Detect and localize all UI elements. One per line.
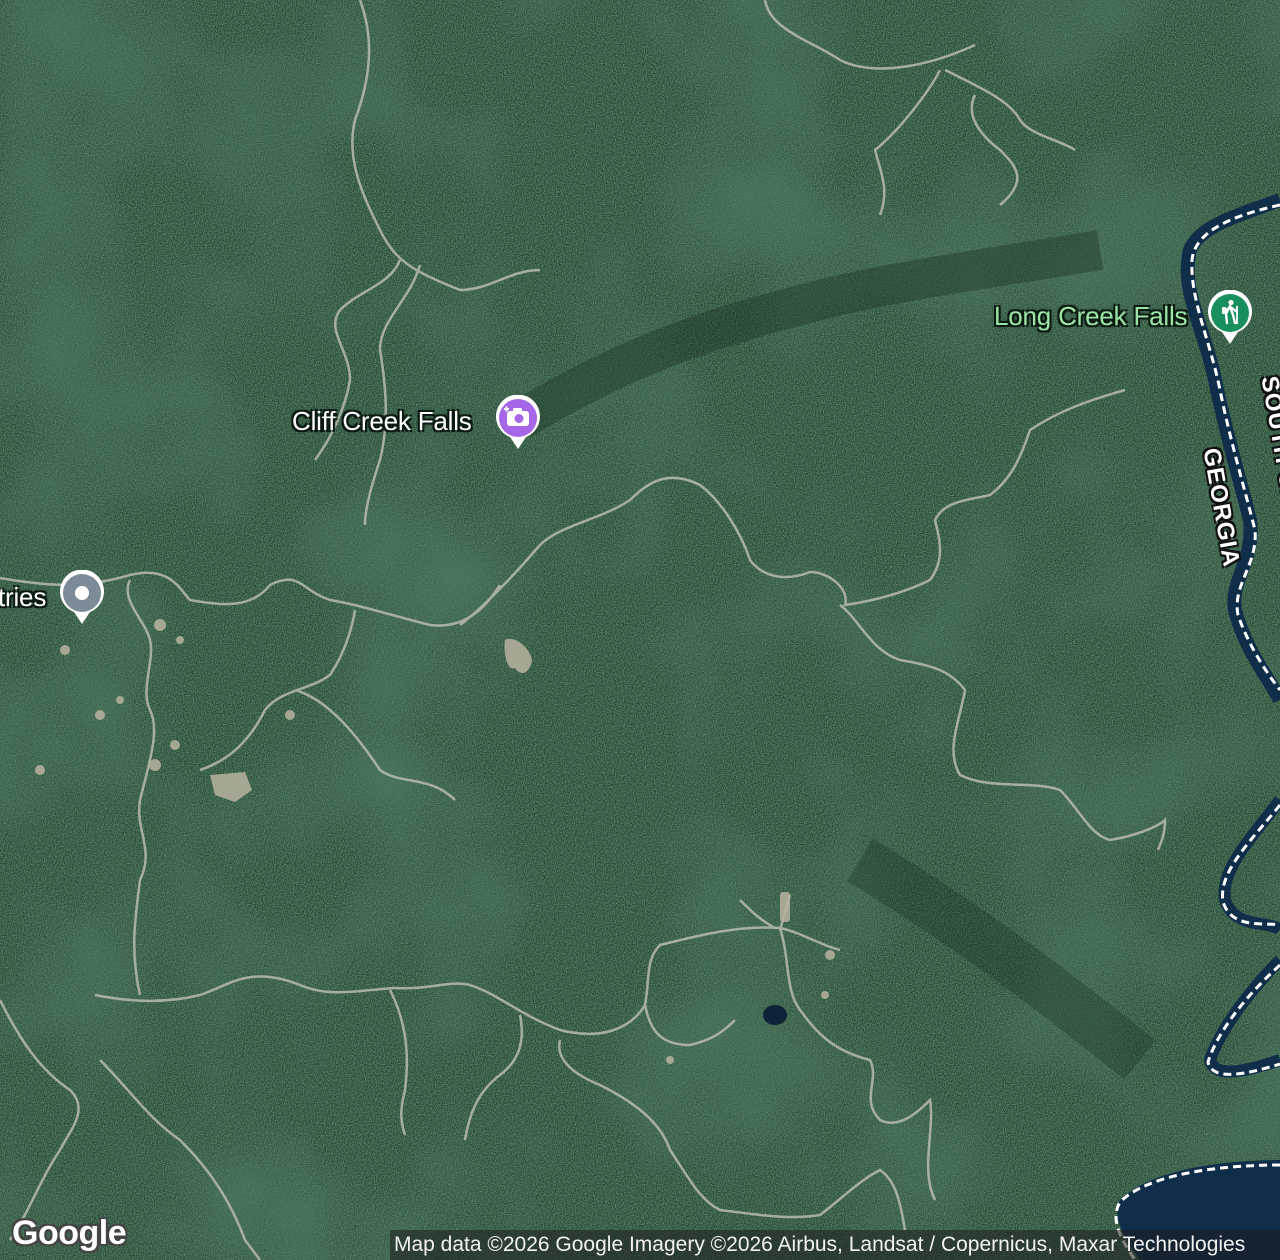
camera-icon[interactable] — [494, 395, 542, 451]
pin-dot-icon[interactable] — [58, 570, 106, 626]
poi-label[interactable]: Cliff Creek Falls — [292, 406, 472, 437]
google-logo[interactable]: Google — [12, 1214, 127, 1253]
poi-label[interactable]: Long Creek Falls — [994, 301, 1188, 332]
satellite-imagery[interactable] — [0, 0, 1280, 1260]
poi-label[interactable]: tries — [0, 582, 46, 613]
map-canvas[interactable]: Cliff Creek Falls Long Creek Falls tries — [0, 0, 1280, 1260]
pond — [763, 1005, 787, 1025]
hiker-icon[interactable] — [1206, 290, 1254, 346]
map-attribution[interactable]: Map data ©2026 Google Imagery ©2026 Airb… — [390, 1230, 1280, 1260]
